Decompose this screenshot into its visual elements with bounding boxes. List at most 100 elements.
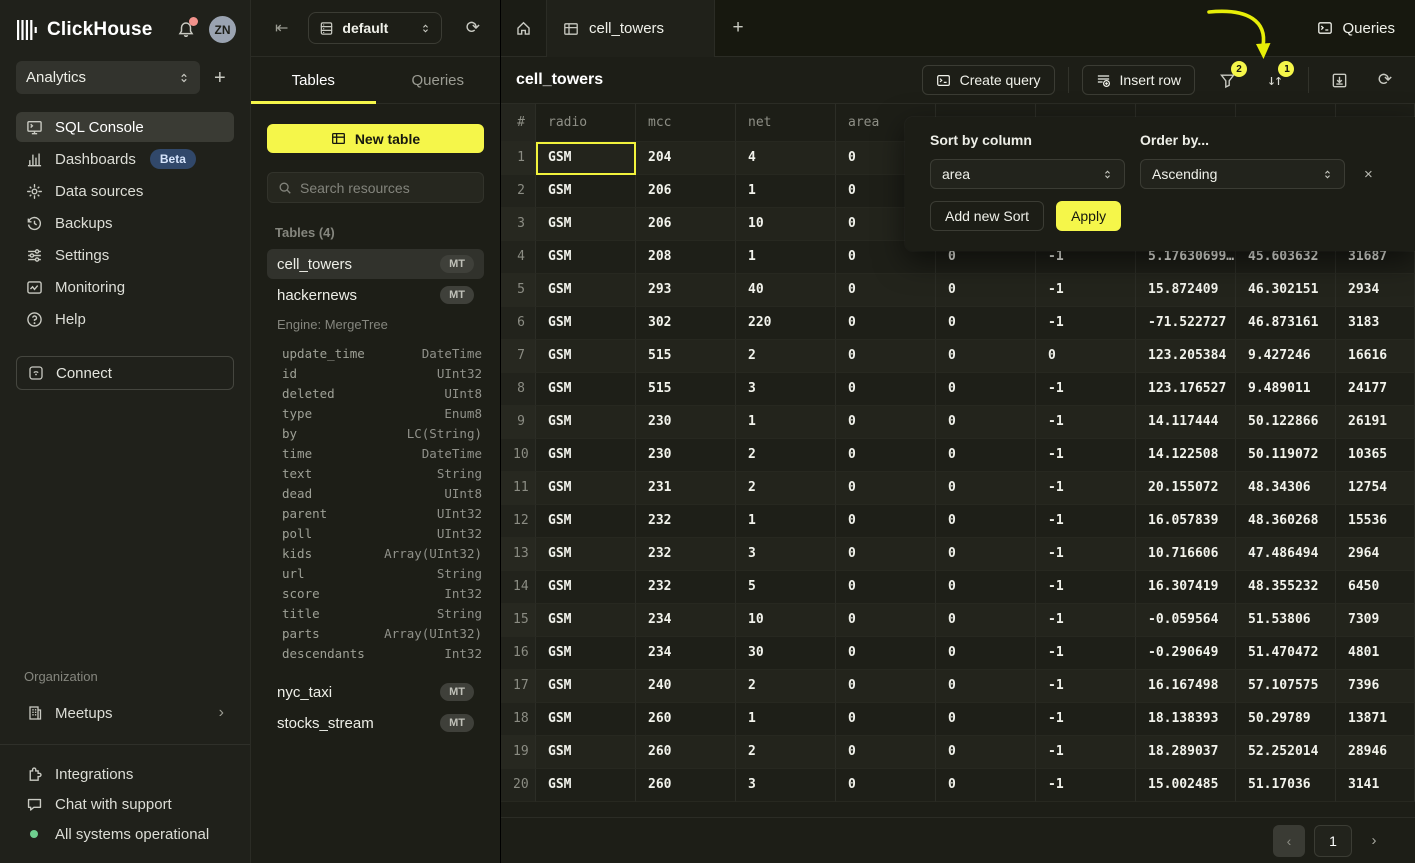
- cell[interactable]: 48.360268: [1236, 505, 1336, 538]
- cell[interactable]: 220: [736, 307, 836, 340]
- cell[interactable]: 0: [836, 505, 936, 538]
- cell[interactable]: 0: [836, 670, 936, 703]
- cell[interactable]: 20.155072: [1136, 472, 1236, 505]
- cell[interactable]: 28946: [1336, 736, 1415, 769]
- cell[interactable]: 231: [636, 472, 736, 505]
- cell[interactable]: 0: [836, 769, 936, 802]
- cell[interactable]: 260: [636, 769, 736, 802]
- cell[interactable]: GSM: [536, 736, 636, 769]
- apply-sort-button[interactable]: Apply: [1056, 201, 1121, 231]
- cell[interactable]: GSM: [536, 703, 636, 736]
- refresh-table-button[interactable]: ⟳: [1375, 70, 1395, 90]
- cell[interactable]: 9.427246: [1236, 340, 1336, 373]
- column-header[interactable]: net: [736, 104, 836, 142]
- workspace-selector[interactable]: Analytics: [16, 61, 200, 94]
- cell[interactable]: GSM: [536, 571, 636, 604]
- column-header[interactable]: mcc: [636, 104, 736, 142]
- cell[interactable]: 5: [736, 571, 836, 604]
- cell[interactable]: 16.057839: [1136, 505, 1236, 538]
- cell[interactable]: 0: [936, 670, 1036, 703]
- cell[interactable]: GSM: [536, 769, 636, 802]
- notifications-bell-icon[interactable]: [175, 19, 197, 41]
- sidebar-item-meetups[interactable]: Meetups ›: [16, 698, 234, 728]
- cell[interactable]: 515: [636, 340, 736, 373]
- cell[interactable]: 15.872409: [1136, 274, 1236, 307]
- cell[interactable]: -1: [1036, 736, 1136, 769]
- cell[interactable]: -1: [1036, 373, 1136, 406]
- cell[interactable]: -1: [1036, 571, 1136, 604]
- database-selector[interactable]: default: [308, 12, 442, 44]
- cell[interactable]: 16.307419: [1136, 571, 1236, 604]
- cell[interactable]: 232: [636, 538, 736, 571]
- insert-row-button[interactable]: Insert row: [1082, 65, 1195, 95]
- cell[interactable]: 10365: [1336, 439, 1415, 472]
- cell[interactable]: -1: [1036, 703, 1136, 736]
- cell[interactable]: 2: [736, 340, 836, 373]
- home-tab[interactable]: [501, 0, 547, 56]
- cell[interactable]: 0: [836, 538, 936, 571]
- avatar[interactable]: ZN: [209, 16, 236, 43]
- cell[interactable]: 0: [936, 307, 1036, 340]
- cell[interactable]: 0: [936, 439, 1036, 472]
- cell[interactable]: 24177: [1336, 373, 1415, 406]
- cell[interactable]: 1: [736, 175, 836, 208]
- cell[interactable]: 1: [736, 406, 836, 439]
- column-header[interactable]: radio: [536, 104, 636, 142]
- cell[interactable]: 3183: [1336, 307, 1415, 340]
- cell[interactable]: -1: [1036, 670, 1136, 703]
- table-item-nyc_taxi[interactable]: nyc_taxiMT: [267, 677, 484, 707]
- cell[interactable]: GSM: [536, 406, 636, 439]
- cell[interactable]: 1: [736, 703, 836, 736]
- cell[interactable]: 14.117444: [1136, 406, 1236, 439]
- sidebar-item-sql-console[interactable]: SQL Console: [16, 112, 234, 142]
- search-input[interactable]: [300, 180, 473, 196]
- cell[interactable]: GSM: [536, 208, 636, 241]
- tab-cell-towers[interactable]: cell_towers: [547, 0, 715, 57]
- cell[interactable]: 16616: [1336, 340, 1415, 373]
- cell[interactable]: GSM: [536, 505, 636, 538]
- cell[interactable]: 0: [836, 406, 936, 439]
- cell[interactable]: 12754: [1336, 472, 1415, 505]
- cell[interactable]: 0: [936, 769, 1036, 802]
- cell[interactable]: 232: [636, 505, 736, 538]
- cell[interactable]: 240: [636, 670, 736, 703]
- cell[interactable]: 2934: [1336, 274, 1415, 307]
- cell[interactable]: 0: [936, 340, 1036, 373]
- cell[interactable]: 0: [936, 505, 1036, 538]
- cell[interactable]: -1: [1036, 505, 1136, 538]
- cell[interactable]: 15536: [1336, 505, 1415, 538]
- cell[interactable]: 208: [636, 241, 736, 274]
- cell[interactable]: 260: [636, 736, 736, 769]
- add-new-sort-button[interactable]: Add new Sort: [930, 201, 1044, 231]
- cell[interactable]: 50.119072: [1236, 439, 1336, 472]
- connect-button[interactable]: Connect: [16, 356, 234, 390]
- cell[interactable]: 2: [736, 439, 836, 472]
- sidebar-item-help[interactable]: Help: [16, 304, 234, 334]
- new-table-button[interactable]: New table: [267, 124, 484, 153]
- cell[interactable]: 206: [636, 208, 736, 241]
- cell[interactable]: 123.176527: [1136, 373, 1236, 406]
- cell[interactable]: 2: [736, 472, 836, 505]
- cell[interactable]: 0: [836, 274, 936, 307]
- cell[interactable]: 7309: [1336, 604, 1415, 637]
- cell[interactable]: 293: [636, 274, 736, 307]
- sort-button[interactable]: ↓↑ 1: [1264, 70, 1284, 90]
- cell[interactable]: 0: [1036, 340, 1136, 373]
- cell[interactable]: GSM: [536, 274, 636, 307]
- cell[interactable]: 50.122866: [1236, 406, 1336, 439]
- sidebar-item-integrations[interactable]: Integrations: [16, 759, 234, 789]
- cell[interactable]: -0.290649: [1136, 637, 1236, 670]
- cell[interactable]: 16.167498: [1136, 670, 1236, 703]
- sidebar-item-dashboards[interactable]: DashboardsBeta: [16, 144, 234, 174]
- add-workspace-button[interactable]: +: [214, 68, 226, 88]
- sidebar-item-data-sources[interactable]: Data sources: [16, 176, 234, 206]
- create-query-button[interactable]: Create query: [922, 65, 1055, 95]
- cell[interactable]: -1: [1036, 439, 1136, 472]
- cell[interactable]: 7396: [1336, 670, 1415, 703]
- cell[interactable]: -1: [1036, 538, 1136, 571]
- cell[interactable]: 234: [636, 604, 736, 637]
- cell[interactable]: -1: [1036, 769, 1136, 802]
- cell[interactable]: 0: [836, 736, 936, 769]
- cell[interactable]: 230: [636, 439, 736, 472]
- cell[interactable]: -0.059564: [1136, 604, 1236, 637]
